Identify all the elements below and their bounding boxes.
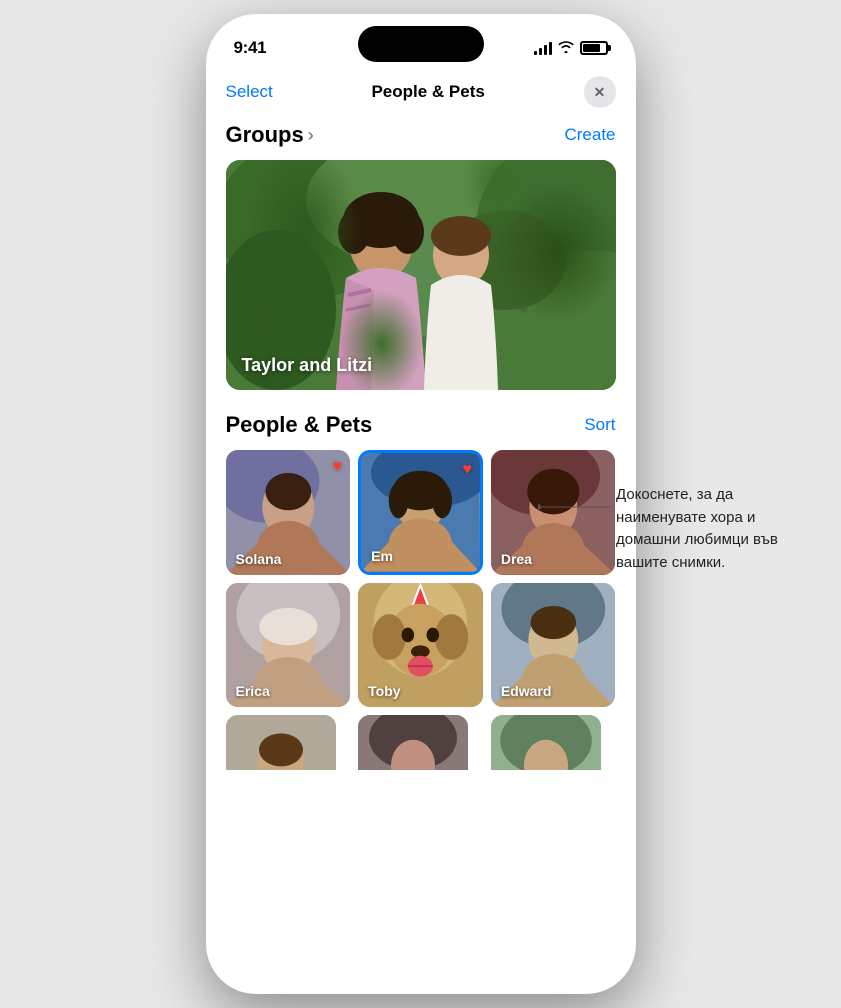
people-grid-bottom	[226, 715, 616, 770]
callout-container: Докоснете, за да наименувате хора и дома…	[616, 484, 811, 574]
close-icon: ✕	[594, 84, 606, 101]
person-name-toby: Toby	[368, 683, 400, 699]
favorite-icon-em: ♥	[462, 461, 472, 479]
person-thumb-em[interactable]: ♥ Em	[358, 450, 483, 575]
person-thumb-9[interactable]	[491, 715, 601, 770]
groups-section-header: Groups › Create	[226, 122, 616, 148]
group-card-label: Taylor and Litzi	[242, 355, 373, 376]
wifi-icon	[558, 40, 574, 56]
person-thumb-edward[interactable]: Edward	[491, 583, 616, 708]
groups-title[interactable]: Groups ›	[226, 122, 314, 148]
people-grid: ♥ Solana	[226, 450, 616, 707]
page-title: People & Pets	[371, 82, 484, 102]
signal-icon	[534, 41, 552, 55]
person-thumb-solana[interactable]: ♥ Solana	[226, 450, 351, 575]
person-face-9	[491, 715, 601, 770]
battery-icon	[580, 41, 608, 55]
person-name-solana: Solana	[236, 551, 282, 567]
person-face-7	[226, 715, 336, 770]
person-image-7	[226, 715, 336, 770]
create-button[interactable]: Create	[564, 125, 615, 145]
person-name-erica: Erica	[236, 683, 270, 699]
nav-bar: Select People & Pets ✕	[206, 68, 636, 118]
sort-button[interactable]: Sort	[584, 415, 615, 435]
person-image-9	[491, 715, 601, 770]
person-face-8	[358, 715, 468, 770]
callout-line	[538, 492, 618, 522]
dynamic-island	[358, 26, 484, 62]
status-icons	[534, 40, 608, 56]
content: Groups › Create	[206, 118, 636, 770]
person-name-drea: Drea	[501, 551, 532, 567]
person-name-em: Em	[371, 548, 393, 564]
status-time: 9:41	[234, 38, 267, 58]
close-button[interactable]: ✕	[584, 76, 616, 108]
person-thumb-8[interactable]	[358, 715, 468, 770]
select-button[interactable]: Select	[226, 82, 273, 102]
person-thumb-erica[interactable]: Erica	[226, 583, 351, 708]
people-pets-section-header: People & Pets Sort	[226, 412, 616, 438]
person-image-8	[358, 715, 468, 770]
person-thumb-7[interactable]	[226, 715, 336, 770]
favorite-icon-solana: ♥	[333, 458, 343, 476]
chevron-right-icon: ›	[308, 125, 314, 146]
person-thumb-toby[interactable]: Toby	[358, 583, 483, 708]
callout: Докоснете, за да наименувате хора и дома…	[616, 484, 811, 574]
callout-text: Докоснете, за да наименувате хора и дома…	[616, 484, 811, 574]
group-card[interactable]: Taylor and Litzi	[226, 160, 616, 390]
person-name-edward: Edward	[501, 683, 552, 699]
people-pets-title: People & Pets	[226, 412, 373, 438]
